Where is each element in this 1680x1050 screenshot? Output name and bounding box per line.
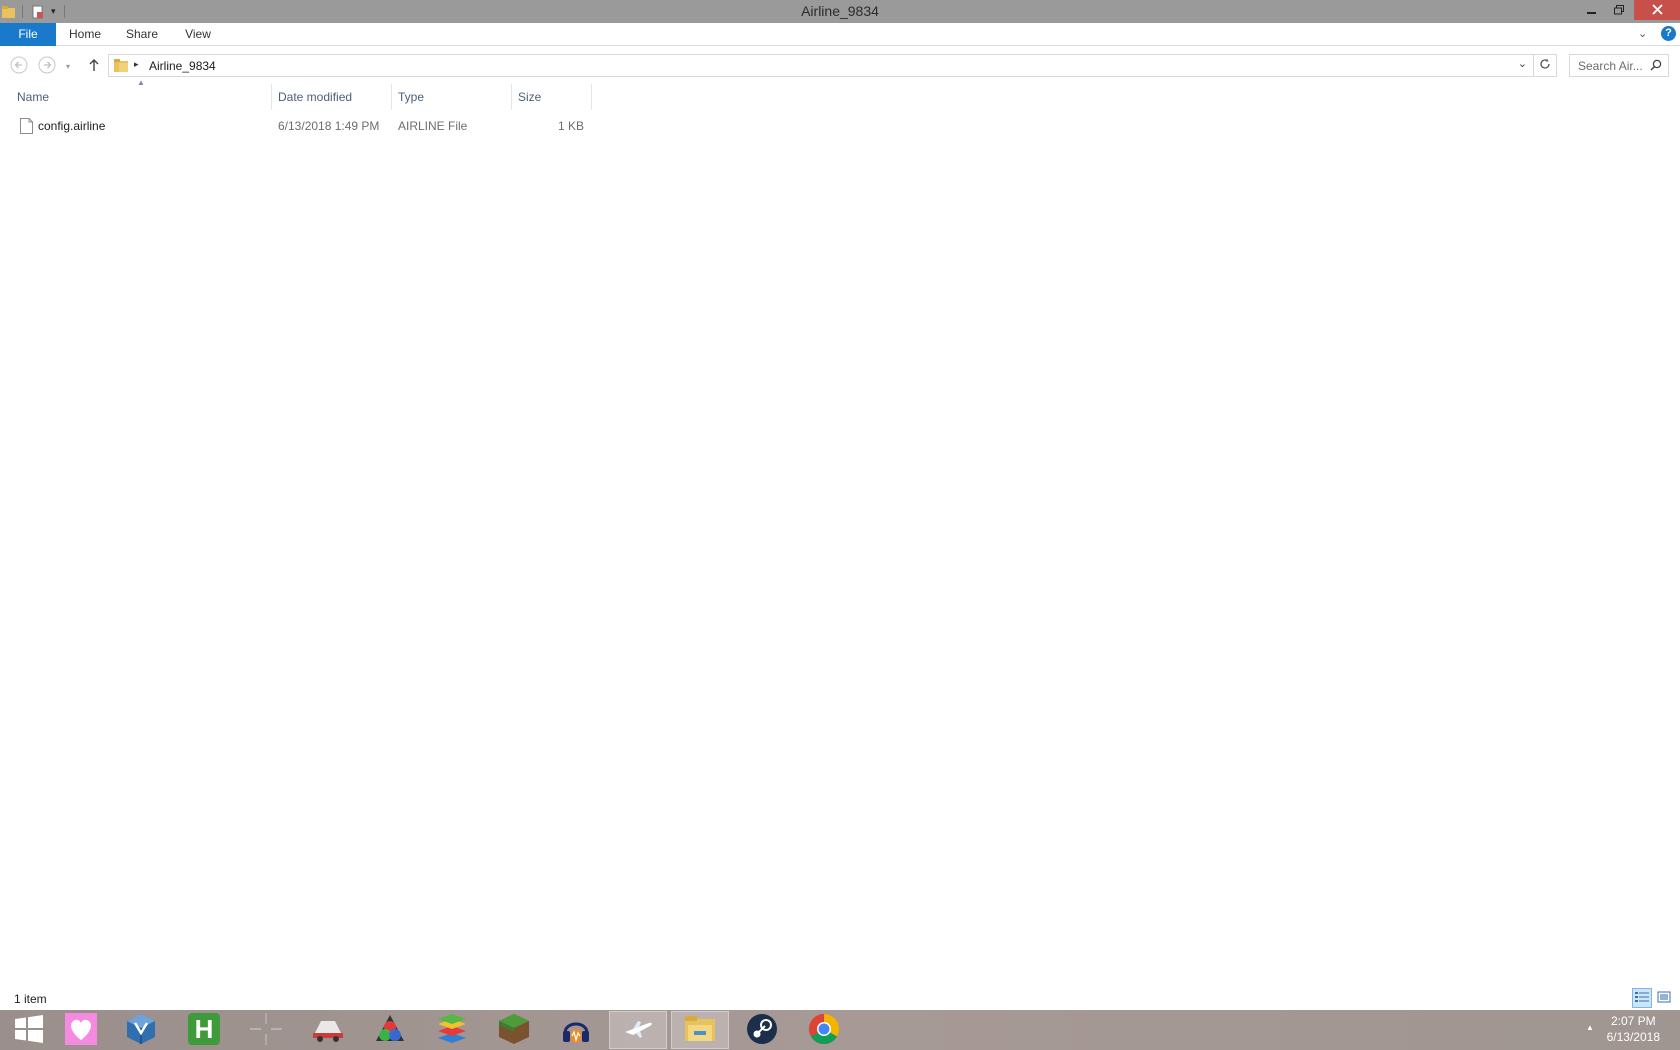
address-bar[interactable]: ▸ Airline_9834 ⌄	[108, 54, 1534, 77]
tab-share[interactable]: Share	[118, 23, 166, 46]
breadcrumb[interactable]: Airline_9834	[149, 59, 216, 73]
taskbar-app-steam[interactable]	[733, 1011, 791, 1049]
column-header-type[interactable]: Type	[392, 84, 511, 110]
restore-button[interactable]	[1604, 0, 1634, 20]
window-title: Airline_9834	[801, 3, 879, 19]
taskbar-app-chrome[interactable]	[795, 1011, 853, 1049]
taskbar-app-crosshair[interactable]	[237, 1011, 295, 1049]
taskbar-app-audio[interactable]	[547, 1011, 605, 1049]
chrome-icon	[808, 1013, 840, 1048]
back-button[interactable]	[8, 55, 30, 77]
search-icon[interactable]	[1650, 59, 1662, 74]
file-row[interactable]: config.airline 6/13/2018 1:49 PM AIRLINE…	[0, 115, 600, 137]
bluestacks-icon	[436, 1013, 468, 1048]
expand-ribbon-icon[interactable]: ⌄	[1638, 27, 1647, 40]
search-box	[1569, 54, 1669, 77]
clock-time: 2:07 PM	[1610, 1014, 1656, 1028]
taskbar-app-trucking[interactable]	[299, 1011, 357, 1049]
search-input[interactable]	[1578, 56, 1650, 76]
chevron-down-icon: ▾	[65, 61, 70, 71]
rgb-icon	[374, 1013, 406, 1048]
clock-date: 6/13/2018	[1606, 1030, 1660, 1044]
address-history-dropdown-icon[interactable]: ⌄	[1518, 57, 1527, 70]
airplane-icon	[623, 1018, 653, 1043]
headphones-icon	[560, 1013, 592, 1048]
file-explorer-icon	[684, 1015, 716, 1046]
help-icon[interactable]: ?	[1661, 26, 1676, 41]
up-arrow-icon	[87, 58, 101, 75]
close-icon	[1651, 3, 1663, 18]
show-hidden-icons-icon[interactable]: ▲	[1586, 1023, 1594, 1032]
taskbar-app-heart[interactable]	[52, 1011, 110, 1049]
heart-icon	[65, 1012, 97, 1048]
minimize-icon	[1586, 12, 1596, 14]
folder-icon	[114, 58, 129, 76]
up-button[interactable]	[83, 55, 105, 77]
large-icons-view-button[interactable]	[1654, 988, 1674, 1008]
windows-logo-icon	[14, 1014, 44, 1046]
column-header-size[interactable]: Size	[512, 84, 591, 110]
column-header-date-modified[interactable]: Date modified	[272, 84, 391, 110]
file-date-modified: 6/13/2018 1:49 PM	[278, 119, 380, 133]
breadcrumb-chevron-icon[interactable]: ▸	[134, 59, 139, 70]
recent-locations-button[interactable]: ▾	[61, 55, 75, 77]
virtualbox-icon	[126, 1013, 156, 1048]
taskbar: H ▲ 2:07 PM 6/13/2018	[0, 1010, 1680, 1050]
taskbar-app-bluestacks[interactable]	[423, 1011, 481, 1049]
tab-file[interactable]: File	[0, 23, 56, 46]
navigation-bar: ▾ ▸ Airline_9834 ⌄	[0, 48, 1680, 82]
status-bar: 1 item	[0, 988, 1680, 1010]
system-clock[interactable]: 2:07 PM 6/13/2018	[1607, 1013, 1660, 1045]
file-icon	[20, 118, 33, 137]
taskbar-app-file-explorer[interactable]	[671, 1011, 729, 1049]
refresh-icon	[1539, 58, 1551, 73]
truck-icon	[311, 1015, 345, 1046]
item-count: 1 item	[14, 992, 47, 1006]
details-view-button[interactable]	[1632, 988, 1652, 1008]
taskbar-app-h[interactable]: H	[175, 1011, 233, 1049]
ribbon: File Home Share View ⌄ ?	[0, 23, 1680, 46]
crosshair-icon	[249, 1012, 283, 1049]
tab-home[interactable]: Home	[62, 23, 108, 46]
forward-arrow-icon	[38, 56, 56, 77]
file-size: 1 KB	[557, 119, 584, 133]
column-headers: ▲ Name Date modified Type Size	[0, 78, 600, 110]
taskbar-app-rgb[interactable]	[361, 1011, 419, 1049]
tab-view[interactable]: View	[176, 23, 220, 46]
forward-button[interactable]	[36, 55, 58, 77]
steam-icon	[746, 1013, 778, 1048]
taskbar-app-minecraft[interactable]	[485, 1011, 543, 1049]
column-header-name[interactable]: Name	[11, 84, 271, 110]
file-type: AIRLINE File	[398, 119, 468, 133]
minecraft-icon	[498, 1013, 530, 1048]
h-app-icon: H	[188, 1012, 220, 1048]
taskbar-app-airline[interactable]	[609, 1011, 667, 1049]
start-button[interactable]	[0, 1011, 58, 1049]
close-button[interactable]	[1634, 0, 1680, 20]
title-bar: ▾ Airline_9834	[0, 0, 1680, 23]
svg-text:H: H	[195, 1014, 214, 1044]
large-icons-view-icon	[1657, 991, 1671, 1006]
column-divider[interactable]	[591, 84, 592, 110]
minimize-button[interactable]	[1576, 0, 1606, 20]
back-arrow-icon	[10, 56, 28, 77]
file-name[interactable]: config.airline	[38, 115, 105, 137]
details-view-icon	[1635, 991, 1649, 1006]
refresh-button[interactable]	[1534, 54, 1557, 77]
taskbar-app-virtualbox[interactable]	[112, 1011, 170, 1049]
restore-icon	[1614, 3, 1624, 18]
